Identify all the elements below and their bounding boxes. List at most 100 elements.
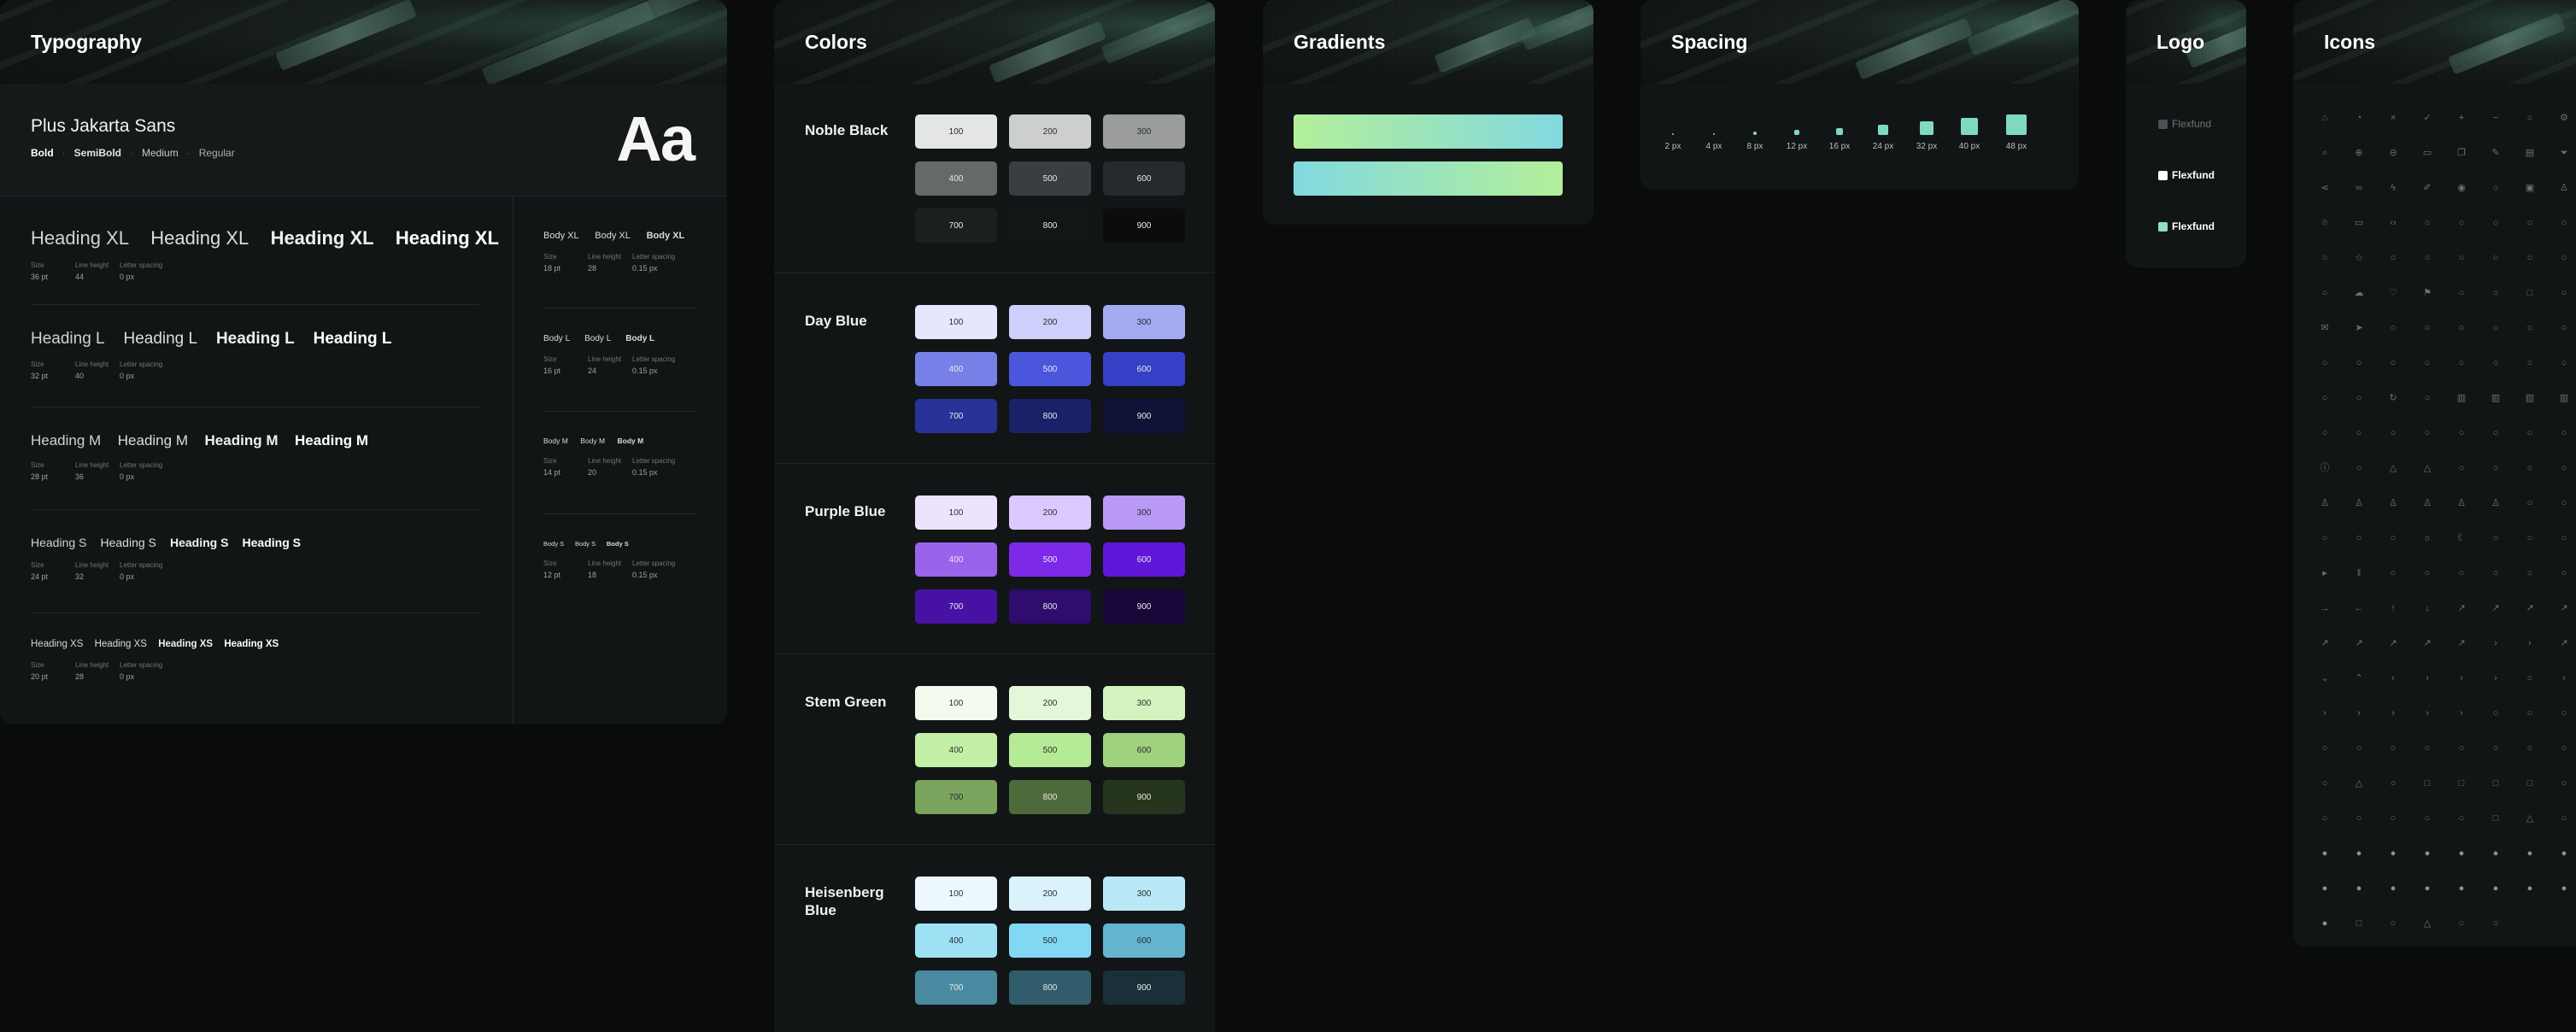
minus-filled-icon[interactable]: ● [2387,847,2399,859]
chat-icon[interactable]: ○ [2490,322,2502,334]
color-swatch[interactable]: 100 [915,114,997,149]
attachment-icon[interactable]: ○ [2421,217,2433,229]
color-swatch[interactable]: 500 [1009,733,1091,767]
link-icon[interactable]: ∞ [2353,182,2365,194]
star-icon[interactable]: ☆ [2353,252,2365,264]
color-swatch[interactable]: 700 [915,780,997,814]
arrow-up-icon[interactable]: ↑ [2387,602,2399,614]
color-swatch[interactable]: 100 [915,877,997,911]
mute-icon[interactable]: ○ [2490,567,2502,579]
clipboard-icon[interactable]: ▤ [2524,147,2536,159]
eye-icon[interactable]: ◉ [2456,182,2467,194]
moon-icon[interactable]: ☾ [2456,532,2467,544]
alert-triangle-icon[interactable]: △ [2353,777,2365,789]
minus-square-icon[interactable]: □ [2490,777,2502,789]
color-swatch[interactable]: 600 [1103,352,1185,386]
arrow-down-right-icon[interactable]: ↗ [2319,637,2331,649]
mail-icon[interactable]: ✉ [2319,322,2331,334]
area-chart-icon[interactable]: ▥ [2558,392,2570,404]
wifi-icon[interactable]: ○ [2524,427,2536,439]
color-swatch[interactable]: 700 [915,589,997,624]
fullscreen-icon[interactable]: ○ [2456,742,2467,754]
arrow-up-long-icon[interactable]: ↗ [2456,602,2467,614]
pentagon-icon[interactable]: ○ [2456,918,2467,929]
color-swatch[interactable]: 600 [1103,733,1185,767]
x-filled-icon[interactable]: ● [2421,847,2433,859]
user-icon[interactable]: ♙ [2558,182,2570,194]
stop-icon[interactable]: ○ [2387,567,2399,579]
search-icon[interactable]: ⌕ [2319,147,2331,159]
chevrons-icon[interactable]: › [2456,707,2467,719]
color-swatch[interactable]: 200 [1009,495,1091,530]
trend-icon[interactable]: ○ [2558,357,2570,369]
arrow-down-left-icon[interactable]: ↗ [2353,637,2365,649]
inbox-icon[interactable]: □ [2524,287,2536,299]
close-filled-icon[interactable]: ● [2319,882,2331,894]
triangle-filled-icon[interactable]: ● [2353,882,2365,894]
column-chart-icon[interactable]: ▥ [2490,392,2502,404]
cloud-icon[interactable]: ☁ [2353,287,2365,299]
wallet-icon[interactable]: ▭ [2353,217,2365,229]
line-chart-icon[interactable]: ▥ [2524,392,2536,404]
credit-card-icon[interactable]: ○ [2456,357,2467,369]
color-swatch[interactable]: 300 [1103,495,1185,530]
chevron-right-icon[interactable]: › [2421,672,2433,684]
color-swatch[interactable]: 200 [1009,114,1091,149]
lightning-icon[interactable]: ϟ [2387,182,2399,194]
arrow-left-icon[interactable]: ← [2353,602,2365,614]
color-swatch[interactable]: 800 [1009,780,1091,814]
double-chevron-right-icon[interactable]: › [2319,707,2331,719]
chevron-up-small-icon[interactable]: › [2490,672,2502,684]
color-swatch[interactable]: 700 [915,208,997,243]
color-swatch[interactable]: 200 [1009,686,1091,720]
color-swatch[interactable]: 400 [915,733,997,767]
x-circle-icon[interactable]: ○ [2353,812,2365,824]
plus-square-icon[interactable]: □ [2524,777,2536,789]
color-swatch[interactable]: 500 [1009,542,1091,577]
clock-icon[interactable]: ○ [2421,392,2433,404]
dash-icon[interactable]: ○ [2524,672,2536,684]
laptop-icon[interactable]: ○ [2353,427,2365,439]
id-card-icon[interactable]: ○ [2558,497,2570,509]
server-icon[interactable]: ○ [2456,427,2467,439]
arrow-right-icon[interactable]: → [2319,602,2331,614]
bookmark-icon[interactable]: ○ [2456,287,2467,299]
double-chevron-up-icon[interactable]: › [2387,707,2399,719]
monitor-icon[interactable]: ○ [2319,427,2331,439]
filter-icon[interactable]: ⏷ [2558,147,2570,159]
share-icon[interactable]: ⋖ [2319,182,2331,194]
bluetooth-icon[interactable]: ○ [2558,427,2570,439]
shield-icon[interactable]: ○ [2319,357,2331,369]
flag-filled-icon[interactable]: ● [2421,882,2433,894]
archive-icon[interactable]: ○ [2387,322,2399,334]
plus-circle-icon[interactable]: ○ [2524,112,2536,124]
color-swatch[interactable]: 300 [1103,305,1185,339]
sun-icon[interactable]: ☼ [2421,532,2433,544]
chevron-up-icon[interactable]: ⌃ [2353,672,2365,684]
check-filled-icon[interactable]: ● [2319,847,2331,859]
arrow-up-left-icon[interactable]: ↗ [2456,637,2467,649]
color-swatch[interactable]: 500 [1009,161,1091,196]
color-swatch[interactable]: 700 [915,970,997,1005]
team-icon[interactable]: ♙ [2490,497,2502,509]
user-circle-icon[interactable]: ♙ [2456,497,2467,509]
arrow-left-thin-icon[interactable]: ↗ [2558,602,2570,614]
move-icon[interactable]: ○ [2558,707,2570,719]
bell-filled-icon[interactable]: ● [2490,882,2502,894]
run-icon[interactable]: ○ [2353,532,2365,544]
color-swatch[interactable]: 800 [1009,589,1091,624]
color-swatch[interactable]: 600 [1103,542,1185,577]
check-icon[interactable]: ✓ [2421,112,2433,124]
walk-icon[interactable]: ○ [2319,532,2331,544]
calendar-icon[interactable]: ○ [2421,252,2433,264]
close-icon[interactable]: × [2387,112,2399,124]
image-icon[interactable]: ○ [2319,287,2331,299]
coin-icon[interactable]: ○ [2490,357,2502,369]
info-square-icon[interactable]: □ [2490,812,2502,824]
minus-circle-icon[interactable]: ○ [2421,812,2433,824]
color-swatch[interactable]: 700 [915,399,997,433]
pause-icon[interactable]: ‖ [2353,567,2365,579]
bar-chart-icon[interactable]: ▥ [2456,392,2467,404]
globe-icon[interactable]: ○ [2524,217,2536,229]
tablet-icon[interactable]: ○ [2387,427,2399,439]
